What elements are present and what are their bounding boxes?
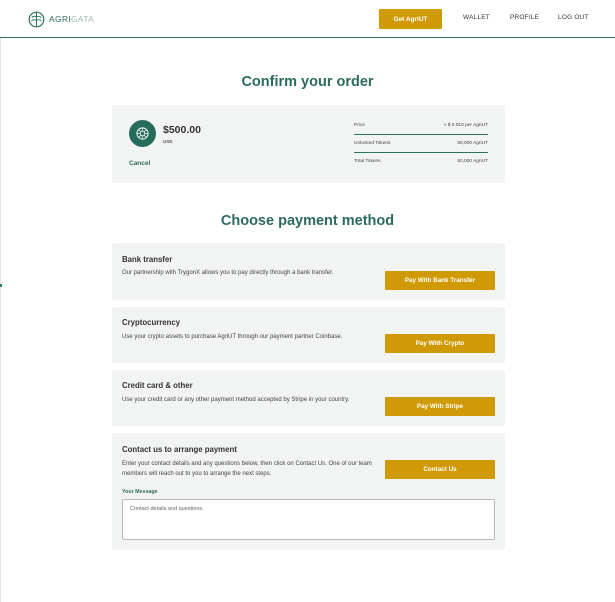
nav-logout-link[interactable]: LOG OUT xyxy=(558,14,589,21)
order-row-value: ≈ $ 0.010 per AgriUT xyxy=(443,123,488,128)
logo-wordmark: AGRIGATA xyxy=(49,14,94,24)
contact-us-button[interactable]: Contact Us xyxy=(385,460,495,479)
order-summary-card: $500.00 USD Cancel Price ≈ $ 0.010 per A… xyxy=(112,105,505,183)
order-row-divider xyxy=(354,152,488,153)
order-row-label: Unlocked Tokens xyxy=(354,141,391,146)
payment-option-title: Contact us to arrange payment xyxy=(122,445,237,454)
payment-option-title: Bank transfer xyxy=(122,255,173,264)
pay-with-bank-transfer-button[interactable]: Pay With Bank Transfer xyxy=(385,271,495,290)
your-message-label: Your Message xyxy=(122,489,158,495)
order-amount: $500.00 xyxy=(163,124,201,136)
nav-profile-link[interactable]: PROFILE xyxy=(510,14,539,21)
get-agriut-button[interactable]: Get AgriUT xyxy=(379,9,442,29)
logo-wordmark-gata: GATA xyxy=(70,14,95,24)
order-row-value: 50,000 AgriUT xyxy=(457,159,488,164)
payment-option-description: Use your crypto assets to purchase AgriU… xyxy=(122,334,343,340)
agrigata-logo[interactable]: AGRIGATA xyxy=(28,10,94,28)
page-left-marker xyxy=(0,284,2,287)
payment-option-description: Our partnership with TrygonX allows you … xyxy=(122,270,334,276)
payment-option-contact: Contact us to arrange payment Enter your… xyxy=(112,433,505,550)
pay-with-crypto-button[interactable]: Pay With Crypto xyxy=(385,334,495,353)
payment-option-credit-card: Credit card & other Use your credit card… xyxy=(112,370,505,426)
order-row-divider xyxy=(354,134,488,135)
order-row-label: Price xyxy=(354,123,365,128)
payment-option-title: Cryptocurrency xyxy=(122,318,181,327)
order-row-total-tokens: Total Tokens 50,000 AgriUT xyxy=(354,159,488,164)
top-navbar: AGRIGATA Get AgriUT WALLET PROFILE LOG O… xyxy=(0,0,615,38)
order-currency: USD xyxy=(163,139,173,144)
message-textarea[interactable] xyxy=(122,499,495,540)
order-row-price: Price ≈ $ 0.010 per AgriUT xyxy=(354,123,488,128)
agriut-token-icon xyxy=(129,120,156,147)
payment-option-description: Enter your contact details and any quest… xyxy=(122,461,372,477)
payment-option-title: Credit card & other xyxy=(122,381,193,390)
agrigata-logo-icon xyxy=(28,11,45,27)
order-row-label: Total Tokens xyxy=(354,159,381,164)
pay-with-stripe-button[interactable]: Pay With Stripe xyxy=(385,397,495,416)
nav-wallet-link[interactable]: WALLET xyxy=(463,14,490,21)
payment-option-crypto: Cryptocurrency Use your crypto assets to… xyxy=(112,307,505,363)
order-row-unlocked-tokens: Unlocked Tokens 50,000 AgriUT xyxy=(354,141,488,146)
order-row-value: 50,000 AgriUT xyxy=(457,141,488,146)
confirm-order-title: Confirm your order xyxy=(241,74,374,90)
payment-option-bank-transfer: Bank transfer Our partnership with Trygo… xyxy=(112,243,505,300)
cancel-order-link[interactable]: Cancel xyxy=(129,160,150,167)
payment-option-description: Use your credit card or any other paymen… xyxy=(122,397,350,403)
payment-method-title: Choose payment method xyxy=(220,213,395,229)
page-left-border xyxy=(0,38,1,602)
logo-wordmark-agri: AGRI xyxy=(49,14,71,24)
